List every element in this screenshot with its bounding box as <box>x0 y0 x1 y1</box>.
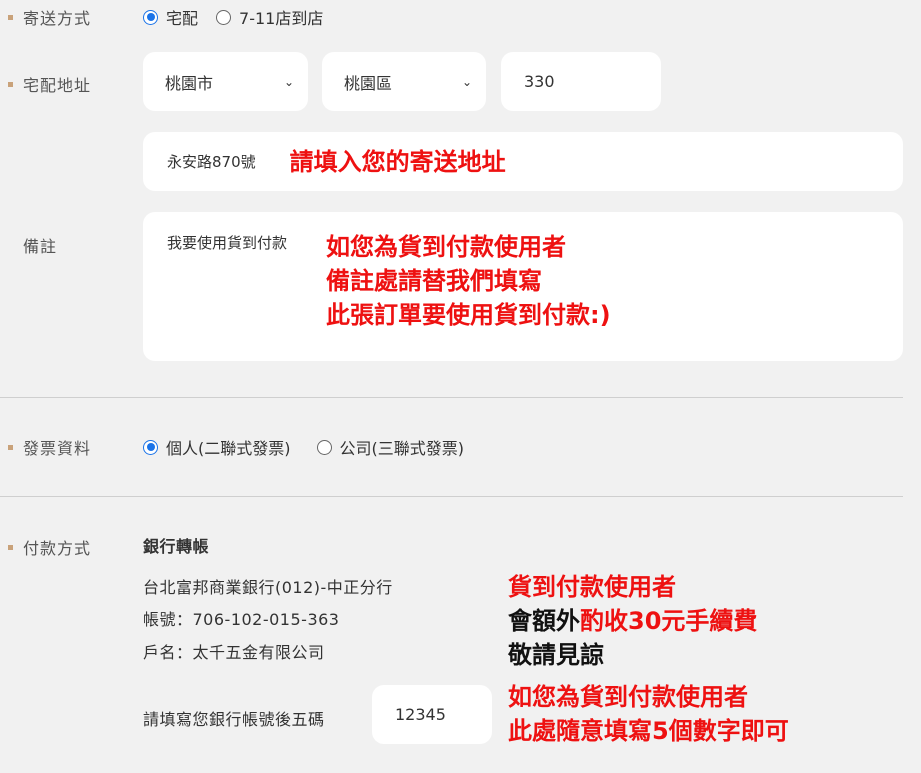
payment-label: 付款方式 <box>8 535 91 559</box>
radio-unchecked-icon[interactable] <box>316 439 332 455</box>
bullet-icon <box>8 15 13 20</box>
remarks-textarea[interactable]: 我要使用貨到付款 如您為貨到付款使用者 備註處請替我們填寫 此張訂單要使用貨到付… <box>143 212 903 361</box>
remarks-annotation: 如您為貨到付款使用者 備註處請替我們填寫 此張訂單要使用貨到付款:) <box>326 233 611 329</box>
address-label: 宅配地址 <box>8 72 91 96</box>
bullet-icon <box>8 82 13 87</box>
remarks-label: 備註 <box>23 237 58 256</box>
invoice-option-personal[interactable]: 個人(二聯式發票) <box>143 435 291 459</box>
shipping-option-home[interactable]: 宅配 <box>143 5 198 29</box>
radio-unchecked-icon[interactable] <box>216 9 232 25</box>
chevron-down-icon: ⌄ <box>461 74 472 89</box>
bullet-icon <box>8 445 13 450</box>
last5-input[interactable]: 12345 <box>372 685 492 744</box>
section-divider <box>0 496 903 497</box>
city-select[interactable]: 桃園市 ⌄ <box>143 52 308 111</box>
radio-checked-icon[interactable] <box>143 439 158 455</box>
last5-label: 請填寫您銀行帳號後五碼 <box>143 710 325 729</box>
bank-account: 帳號：706-102-015-363 <box>143 610 340 629</box>
street-input[interactable]: 永安路870號 請填入您的寄送地址 <box>143 132 903 191</box>
bank-name: 台北富邦商業銀行(012)-中正分行 <box>143 578 393 597</box>
account-holder: 戶名：太千五金有限公司 <box>143 643 325 662</box>
shipping-option-711[interactable]: 7-11店到店 <box>216 5 323 29</box>
last5-annotation: 如您為貨到付款使用者 此處隨意填寫5個數字即可 <box>508 683 789 745</box>
shipping-options: 宅配 7-11店到店 <box>143 5 341 29</box>
invoice-option-company[interactable]: 公司(三聯式發票) <box>316 435 464 459</box>
invoice-label: 發票資料 <box>8 435 91 459</box>
payment-method: 銀行轉帳 <box>143 537 210 556</box>
address-annotation: 請填入您的寄送地址 <box>289 147 506 176</box>
shipping-label: 寄送方式 <box>8 5 91 29</box>
radio-checked-icon[interactable] <box>143 9 158 25</box>
zip-input[interactable]: 330 <box>501 52 661 111</box>
chevron-down-icon: ⌄ <box>283 74 294 89</box>
invoice-options: 個人(二聯式發票) 公司(三聯式發票) <box>143 435 482 459</box>
bullet-icon <box>8 545 13 550</box>
section-divider <box>0 397 903 398</box>
district-select[interactable]: 桃園區 ⌄ <box>322 52 486 111</box>
cod-fee-annotation: 貨到付款使用者 會額外酌收30元手續費 敬請見諒 <box>508 573 758 669</box>
